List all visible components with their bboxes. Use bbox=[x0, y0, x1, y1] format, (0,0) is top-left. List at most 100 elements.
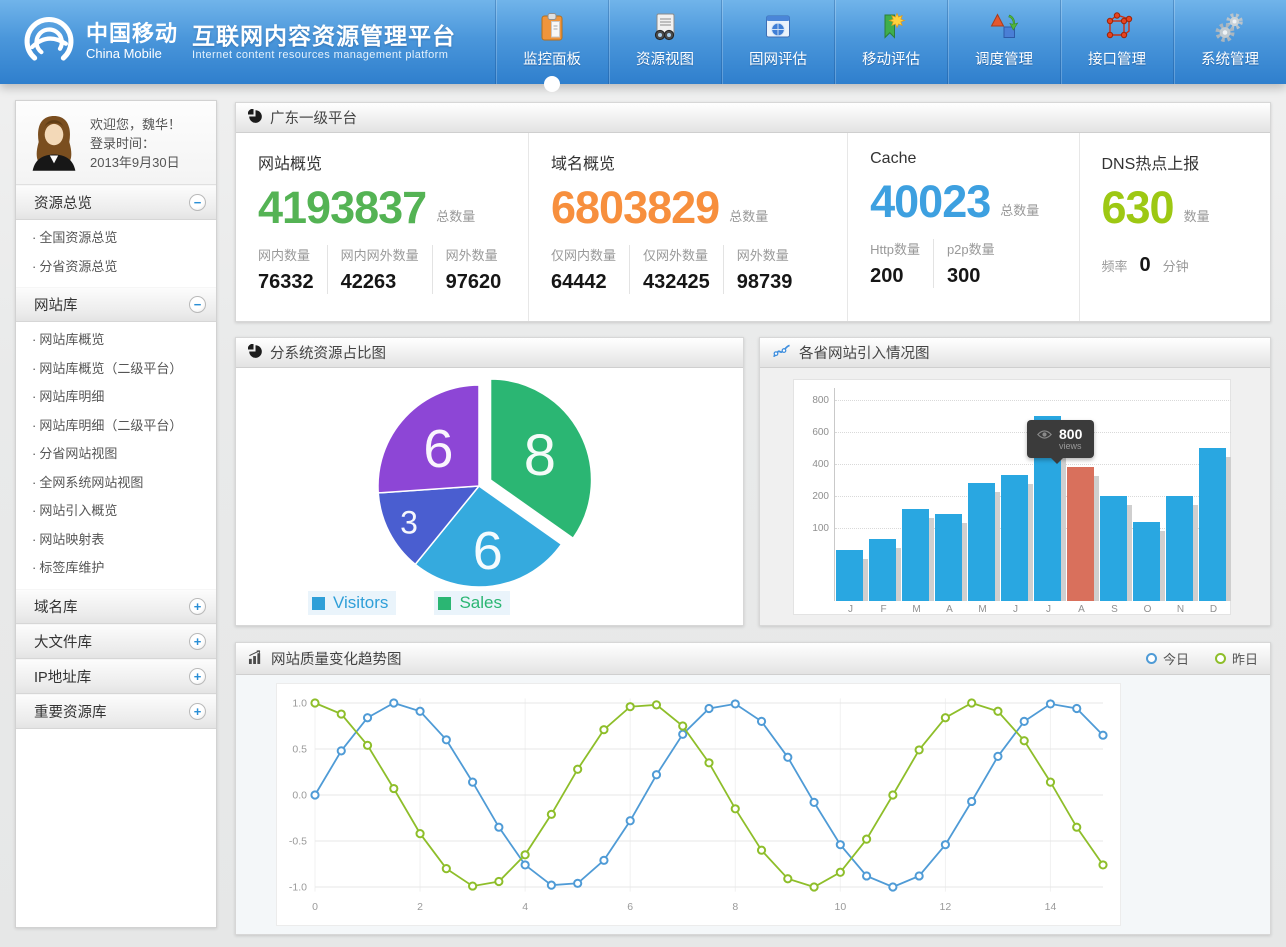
bar-J-1[interactable] bbox=[836, 550, 863, 601]
x-tick-label: M bbox=[900, 604, 933, 615]
nav-item-1[interactable]: 监控面板 bbox=[495, 0, 608, 84]
x-axis-labels: JFMAMJJASOND bbox=[834, 604, 1230, 615]
nav-item-3[interactable]: 固网评估 bbox=[721, 0, 834, 84]
sidebar-item[interactable]: 分省网站视图 bbox=[16, 440, 216, 469]
sidebar-menu: 资源总览−全国资源总览分省资源总览网站库−网站库概览网站库概览（二级平台）网站库… bbox=[16, 185, 216, 729]
tooltip-unit: views bbox=[1059, 441, 1082, 452]
y-tick-label: 100 bbox=[801, 523, 829, 534]
bar-A-4[interactable] bbox=[935, 514, 962, 601]
bar-N-11[interactable] bbox=[1166, 496, 1193, 601]
dispatch-icon bbox=[948, 9, 1060, 45]
trend-legend: 今日 昨日 bbox=[1146, 649, 1258, 668]
expand-icon[interactable]: + bbox=[189, 703, 206, 720]
pie-legend-item-1[interactable]: Visitors bbox=[308, 591, 396, 615]
collapse-icon[interactable]: − bbox=[189, 194, 206, 211]
sidebar-item[interactable]: 网站引入概览 bbox=[16, 497, 216, 526]
bar-plot: 800600400200100800views bbox=[834, 388, 1231, 601]
y-tick-label: 0.5 bbox=[292, 744, 307, 756]
x-tick-label: J bbox=[1032, 604, 1065, 615]
pie-legend-item-2[interactable]: Sales bbox=[434, 591, 510, 615]
bar-D-12[interactable] bbox=[1199, 448, 1226, 601]
sub-stat-label: 网内网外数量 bbox=[341, 245, 419, 264]
resource-view-icon bbox=[609, 9, 721, 45]
brand-name-cn: 中国移动 bbox=[86, 22, 178, 46]
stat-card-3: Cache40023总数量Http数量200p2p数量300 bbox=[847, 133, 1078, 321]
collapse-icon[interactable]: − bbox=[189, 296, 206, 313]
trend-legend-label: 昨日 bbox=[1232, 649, 1258, 668]
expand-icon[interactable]: + bbox=[189, 633, 206, 650]
sub-stat: 网内数量76332 bbox=[258, 245, 328, 294]
sidebar-section-items: 全国资源总览分省资源总览 bbox=[16, 220, 216, 287]
bar-M-3[interactable] bbox=[902, 509, 929, 601]
sub-stat-label: 网内数量 bbox=[258, 245, 314, 264]
gridline: 400 bbox=[835, 464, 1231, 465]
line-chart-icon bbox=[772, 343, 791, 362]
expand-icon[interactable]: + bbox=[189, 598, 206, 615]
pie-icon bbox=[248, 344, 262, 362]
bar-O-10[interactable] bbox=[1133, 522, 1160, 601]
x-tick-label: S bbox=[1098, 604, 1131, 615]
sidebar-item[interactable]: 网站库概览（二级平台） bbox=[16, 355, 216, 384]
nav-item-6[interactable]: 接口管理 bbox=[1060, 0, 1173, 84]
sidebar-section-items: 网站库概览网站库概览（二级平台）网站库明细网站库明细（二级平台）分省网站视图全网… bbox=[16, 322, 216, 589]
mobile-eval-icon bbox=[835, 9, 947, 45]
nav-item-2[interactable]: 资源视图 bbox=[608, 0, 721, 84]
trend-legend-item-2[interactable]: 昨日 bbox=[1215, 649, 1258, 668]
sidebar-item[interactable]: 全网系统网站视图 bbox=[16, 469, 216, 498]
sidebar-item[interactable]: 网站库概览 bbox=[16, 326, 216, 355]
bar-A-8[interactable] bbox=[1067, 467, 1094, 601]
tooltip-value: 800 bbox=[1059, 427, 1082, 441]
sidebar-section-title: IP地址库 bbox=[34, 666, 91, 687]
sidebar-section-2[interactable]: 网站库 − bbox=[16, 287, 216, 322]
sidebar-section-4[interactable]: 大文件库+ bbox=[16, 624, 216, 659]
bar-M-5[interactable] bbox=[968, 483, 995, 601]
sub-stat-value: 97620 bbox=[446, 271, 502, 294]
sub-stat-value: 98739 bbox=[737, 271, 793, 294]
y-tick-label: 0.0 bbox=[292, 790, 307, 802]
bar-F-2[interactable] bbox=[869, 539, 896, 601]
x-tick-label: 12 bbox=[940, 901, 952, 913]
sidebar-item[interactable]: 标签库维护 bbox=[16, 554, 216, 583]
bar-panel-header: 各省网站引入情况图 bbox=[760, 338, 1270, 368]
sub-stat-value: 200 bbox=[870, 265, 920, 288]
nav-item-4[interactable]: 移动评估 bbox=[834, 0, 947, 84]
sidebar-section-3[interactable]: 域名库+ bbox=[16, 589, 216, 624]
sidebar-section-1[interactable]: 资源总览− bbox=[16, 185, 216, 220]
pie-chart[interactable]: 8636 bbox=[236, 368, 745, 598]
stat-card-title: Cache bbox=[870, 150, 1064, 168]
bar-panel: 各省网站引入情况图 800600400200100800viewsJFMAMJJ… bbox=[759, 337, 1271, 626]
sidebar-item[interactable]: 网站库明细（二级平台） bbox=[16, 412, 216, 441]
line-chart[interactable]: 024681012141.00.50.0-0.5-1.0 bbox=[277, 684, 1120, 925]
bar-chart[interactable]: 800600400200100800viewsJFMAMJJASOND bbox=[793, 379, 1231, 615]
pie-slice-label: 3 bbox=[400, 504, 418, 540]
bar-chart-area: 800600400200100800viewsJFMAMJJASOND bbox=[760, 368, 1270, 625]
sidebar-item[interactable]: 网站库明细 bbox=[16, 383, 216, 412]
sidebar-section-5[interactable]: IP地址库 + bbox=[16, 659, 216, 694]
sidebar-item[interactable]: 分省资源总览 bbox=[16, 253, 216, 282]
sub-stat-label: 仅网外数量 bbox=[643, 245, 710, 264]
login-time-label: 登录时间： bbox=[90, 134, 181, 153]
nav-item-5[interactable]: 调度管理 bbox=[947, 0, 1060, 84]
sub-stat-value: 64442 bbox=[551, 271, 616, 294]
x-tick-label: F bbox=[867, 604, 900, 615]
nav-item-7[interactable]: 系统管理 bbox=[1173, 0, 1286, 84]
sidebar-section-title: 网站库 bbox=[34, 294, 78, 315]
x-tick-label: 10 bbox=[834, 901, 846, 913]
x-tick-label: 2 bbox=[417, 901, 423, 913]
x-tick-label: O bbox=[1131, 604, 1164, 615]
sidebar-section-6[interactable]: 重要资源库+ bbox=[16, 694, 216, 729]
avatar bbox=[28, 113, 80, 171]
bar-panel-title: 各省网站引入情况图 bbox=[799, 342, 930, 363]
legend-swatch bbox=[438, 597, 451, 610]
bar-S-9[interactable] bbox=[1100, 496, 1127, 601]
nav-item-label: 调度管理 bbox=[948, 48, 1060, 69]
sidebar-item[interactable]: 网站映射表 bbox=[16, 526, 216, 555]
stat-card-4: DNS热点上报630数量频率0分钟 bbox=[1079, 133, 1271, 321]
bar-J-6[interactable] bbox=[1001, 475, 1028, 601]
eye-icon bbox=[1037, 427, 1052, 445]
expand-icon[interactable]: + bbox=[189, 668, 206, 685]
trend-panel-header: 网站质量变化趋势图 今日昨日 bbox=[236, 643, 1270, 675]
gridline: 800 bbox=[835, 400, 1231, 401]
sidebar-item[interactable]: 全国资源总览 bbox=[16, 224, 216, 253]
trend-legend-item-1[interactable]: 今日 bbox=[1146, 649, 1189, 668]
